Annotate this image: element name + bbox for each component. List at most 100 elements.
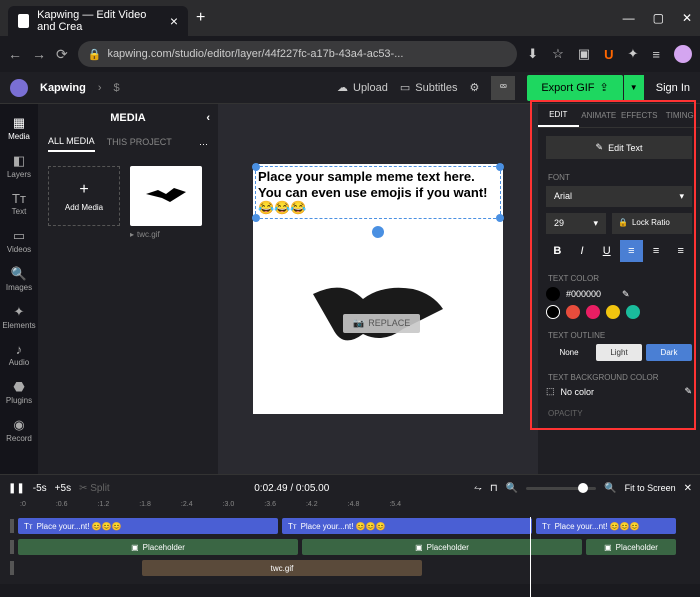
pause-button[interactable]: ❚❚ (8, 483, 25, 494)
timeline-clip-media[interactable]: twc.gif (142, 560, 422, 576)
track-handle[interactable] (10, 561, 14, 575)
subtitles-button[interactable]: ▭ Subtitles (400, 81, 458, 94)
rail-media[interactable]: ▦Media (0, 110, 38, 146)
profile-avatar[interactable] (674, 45, 692, 63)
maximize-icon[interactable]: ▢ (653, 11, 664, 25)
bold-button[interactable]: B (546, 240, 569, 262)
settings-gear-icon[interactable]: ⚙ (469, 81, 479, 94)
timeline-clip-text[interactable]: TᴛPlace your...nt! 😊😊😊 (282, 518, 532, 534)
align-right-button[interactable]: ≡ (669, 240, 692, 262)
media-thumbnail[interactable]: ▸ twc.gif (130, 166, 202, 239)
timeline-track-media[interactable]: twc.gif (10, 559, 690, 577)
snap-icon[interactable]: ⥊ (474, 483, 482, 494)
swatch-red[interactable] (566, 305, 580, 319)
tab-all-media[interactable]: ALL MEDIA (48, 136, 95, 152)
star-icon[interactable]: ☆ (552, 46, 564, 62)
add-media-button[interactable]: + Add Media (48, 166, 120, 226)
media-more-icon[interactable]: ⋯ (199, 139, 208, 150)
align-center-button[interactable]: ≡ (645, 240, 668, 262)
split-button[interactable]: ✂ Split (79, 483, 110, 494)
rail-images[interactable]: 🔍Images (0, 261, 38, 297)
canvas-area[interactable]: Place your sample meme text here. You ca… (218, 104, 538, 474)
timeline-ruler[interactable]: :0 :0.6 :1.2 :1.8 :2.4 :3.0 :3.6 :4.2 :4… (0, 501, 700, 515)
swatch-teal[interactable] (626, 305, 640, 319)
download-icon[interactable]: ⬇ (527, 46, 538, 62)
font-size-select[interactable]: 29 ▾ (546, 213, 606, 234)
timeline-clip-text[interactable]: TᴛPlace your...nt! 😊😊😊 (536, 518, 676, 534)
tab-animate[interactable]: ANIMATE (579, 104, 620, 127)
close-timeline-icon[interactable]: ✕ (684, 483, 692, 494)
zoom-in-icon[interactable]: 🔍 (604, 483, 616, 494)
reload-icon[interactable]: ⟳ (56, 46, 68, 63)
align-left-button[interactable]: ≡ (620, 240, 643, 262)
canvas[interactable]: Place your sample meme text here. You ca… (253, 164, 503, 414)
tab-this-project[interactable]: THIS PROJECT (107, 137, 172, 151)
replace-button[interactable]: 📷 REPLACE (343, 314, 420, 333)
close-tab-icon[interactable]: × (170, 13, 178, 29)
rail-layers[interactable]: ◧Layers (0, 148, 38, 184)
kapwing-logo[interactable] (10, 79, 28, 97)
signin-link[interactable]: Sign In (656, 82, 690, 94)
rewind-5s-button[interactable]: -5s (33, 483, 47, 494)
swatch-yellow[interactable] (606, 305, 620, 319)
edit-text-button[interactable]: ✎ Edit Text (546, 136, 692, 159)
italic-button[interactable]: I (571, 240, 594, 262)
underline-button[interactable]: U (595, 240, 618, 262)
extensions-icon[interactable]: ✦ (628, 46, 639, 62)
outline-light-button[interactable]: Light (596, 344, 642, 361)
tab-effects[interactable]: EFFECTS (619, 104, 660, 127)
browser-tab[interactable]: Kapwing — Edit Video and Crea × (8, 6, 188, 36)
rail-plugins[interactable]: ⬣Plugins (0, 374, 38, 410)
lock-ratio-toggle[interactable]: 🔒 Lock Ratio (612, 213, 692, 234)
meme-text-content[interactable]: Place your sample meme text here. You ca… (258, 169, 498, 216)
swatch-pink[interactable] (586, 305, 600, 319)
project-switcher[interactable]: $ (114, 82, 120, 94)
app-name[interactable]: Kapwing (40, 82, 86, 94)
extension-u-icon[interactable]: U (604, 47, 613, 62)
outline-dark-button[interactable]: Dark (646, 344, 692, 361)
menu-lines-icon[interactable]: ≡ (652, 47, 660, 62)
zoom-slider[interactable] (526, 487, 596, 490)
resize-handle-tr[interactable] (496, 163, 504, 171)
forward-icon[interactable]: → (32, 46, 46, 62)
eyedropper-icon[interactable]: ✎ (684, 386, 692, 397)
text-element-selected[interactable]: Place your sample meme text here. You ca… (255, 166, 501, 219)
new-tab-button[interactable]: + (196, 9, 205, 27)
timeline-clip-placeholder[interactable]: ▣Placeholder (18, 539, 298, 555)
forward-5s-button[interactable]: +5s (55, 483, 71, 494)
zoom-out-icon[interactable]: 🔍 (506, 483, 518, 494)
track-handle[interactable] (10, 519, 14, 533)
timeline-track-text[interactable]: TᴛPlace your...nt! 😊😊😊 TᴛPlace your...nt… (10, 517, 690, 535)
color-hex-input[interactable] (566, 289, 616, 299)
rail-elements[interactable]: ✦Elements (0, 299, 38, 335)
back-icon[interactable]: ← (8, 46, 22, 62)
export-button[interactable]: Export GIF ⇪ (527, 75, 622, 101)
close-window-icon[interactable]: ✕ (682, 11, 692, 25)
rail-text[interactable]: TᴛText (0, 186, 38, 221)
magnet-icon[interactable]: ⊓ (490, 483, 498, 494)
resize-handle-br[interactable] (496, 214, 504, 222)
no-color-icon[interactable]: ⬚ (546, 386, 555, 397)
font-family-select[interactable]: Arial ▾ (546, 186, 692, 207)
tab-edit[interactable]: EDIT (538, 104, 579, 127)
rail-record[interactable]: ◉Record (0, 412, 38, 448)
swatch-black[interactable] (546, 305, 560, 319)
resize-handle-bl[interactable] (252, 214, 260, 222)
resize-handle-tl[interactable] (252, 163, 260, 171)
timeline-clip-placeholder[interactable]: ▣Placeholder (302, 539, 582, 555)
minimize-icon[interactable]: — (623, 11, 635, 25)
timeline-clip-text[interactable]: TᴛPlace your...nt! 😊😊😊 (18, 518, 278, 534)
rail-videos[interactable]: ▭Videos (0, 223, 38, 259)
share-button[interactable]: ⮹ (491, 76, 515, 100)
collapse-panel-icon[interactable]: ‹ (206, 112, 210, 124)
eyedropper-icon[interactable]: ✎ (622, 289, 630, 300)
timeline-track-placeholder[interactable]: ▣Placeholder ▣Placeholder ▣Placeholder (10, 538, 690, 556)
fit-to-screen-button[interactable]: Fit to Screen (625, 483, 676, 493)
tab-timing[interactable]: TIMING (660, 104, 700, 127)
export-dropdown[interactable]: ▼ (624, 75, 644, 101)
outline-none-button[interactable]: None (546, 344, 592, 361)
cast-icon[interactable]: ▣ (578, 46, 590, 62)
timeline-clip-placeholder[interactable]: ▣Placeholder (586, 539, 676, 555)
rotate-handle[interactable] (372, 226, 384, 238)
rail-audio[interactable]: ♪Audio (0, 337, 38, 372)
